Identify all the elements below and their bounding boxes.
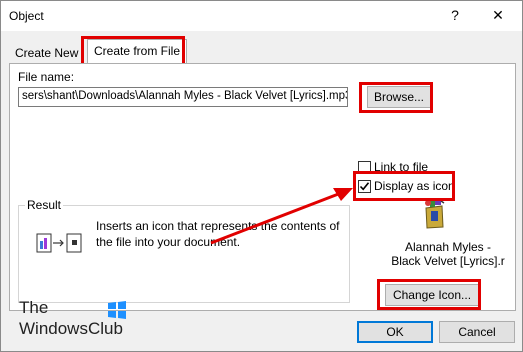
watermark-line2: WindowsClub <box>19 319 123 338</box>
cancel-button-label: Cancel <box>458 325 496 339</box>
watermark-line1: The <box>19 298 49 317</box>
object-dialog: Object ? ✕ Create New Create from File F… <box>0 0 523 352</box>
ok-button[interactable]: OK <box>357 321 433 343</box>
annotation-arrow <box>210 188 353 245</box>
ok-button-label: OK <box>386 325 404 339</box>
windows-logo-icon <box>108 301 126 319</box>
cancel-button[interactable]: Cancel <box>439 321 515 343</box>
